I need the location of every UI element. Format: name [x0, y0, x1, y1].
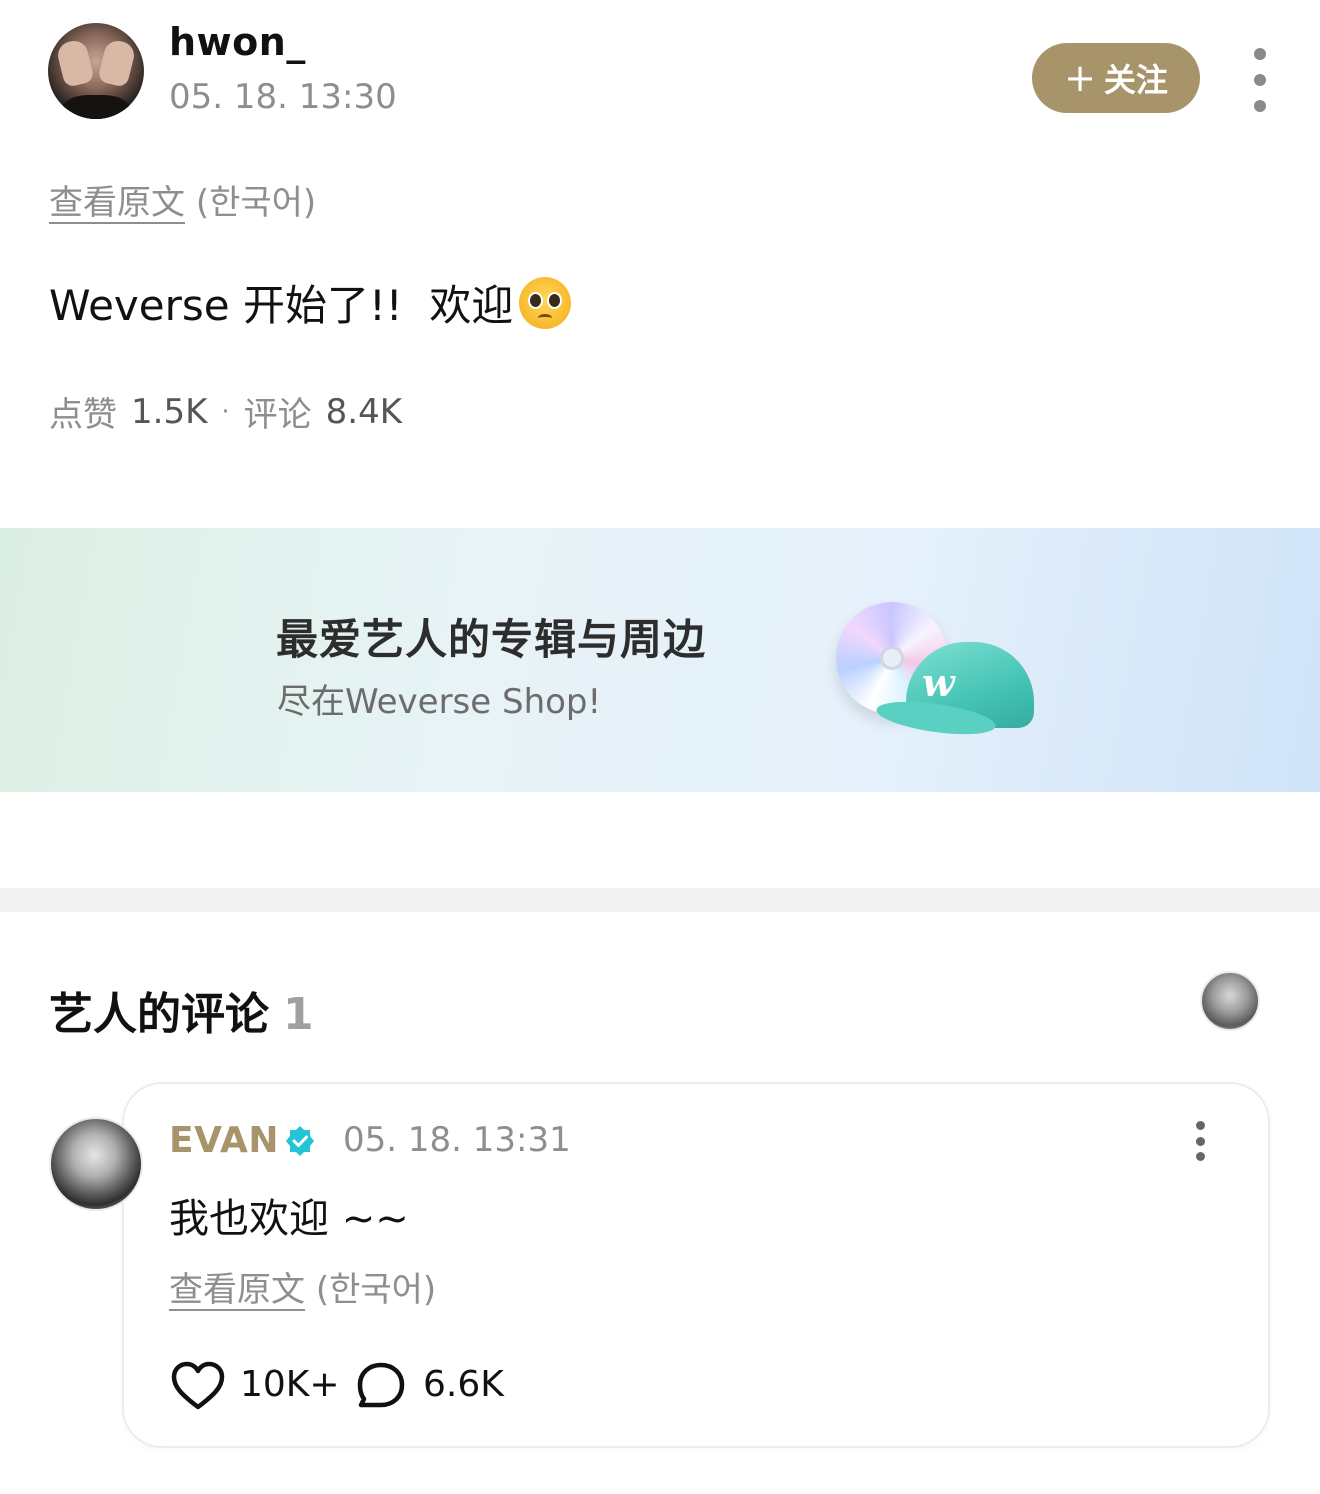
comment-view-original: 查看原文 (한국어): [169, 1262, 436, 1311]
heart-icon[interactable]: [170, 1361, 226, 1411]
likes-label[interactable]: 点赞: [49, 387, 117, 436]
comments-count[interactable]: 8.4K: [326, 392, 402, 432]
artist-comments-count: 1: [283, 989, 314, 1040]
section-divider: [0, 888, 1320, 912]
banner-title: 最爱艺人的专辑与周边: [276, 615, 707, 664]
avatar-photo-detail: [62, 95, 130, 119]
author-username[interactable]: hwon_: [169, 20, 306, 64]
artist-avatar-filter[interactable]: [1200, 971, 1260, 1031]
comment-author-name[interactable]: EVAN: [169, 1120, 279, 1161]
comment-timestamp: 05. 18. 13:31: [343, 1120, 571, 1160]
comment-more-options-icon[interactable]: [1190, 1121, 1210, 1161]
stat-separator: ·: [221, 396, 230, 427]
artist-comments-label: 艺人的评论: [49, 989, 269, 1040]
follow-button-label: 关注: [1103, 61, 1168, 99]
post-text: Weverse 开始了!! 欢迎: [49, 281, 514, 330]
speech-bubble-icon[interactable]: [356, 1361, 406, 1411]
verified-badge-icon: [286, 1126, 314, 1156]
comment-author-avatar[interactable]: [49, 1117, 143, 1211]
post-stats: 点赞 1.5K · 评论 8.4K: [49, 387, 402, 436]
post-more-options-icon[interactable]: [1244, 48, 1276, 112]
original-language-label: (한국어): [315, 1270, 437, 1310]
original-language-label: (한국어): [195, 183, 317, 223]
post-body: Weverse 开始了!! 欢迎: [49, 272, 572, 333]
post-timestamp: 05. 18. 13:30: [169, 77, 397, 117]
weverse-shop-banner[interactable]: 最爱艺人的专辑与周边 尽在Weverse Shop! w: [0, 528, 1320, 792]
comment-reply-count[interactable]: 6.6K: [423, 1364, 504, 1405]
avatar-photo-detail: [97, 38, 137, 88]
artist-comments-title: 艺人的评论 1: [49, 978, 314, 1042]
post-view-original: 查看原文 (한국어): [49, 175, 316, 224]
comment-text: 我也欢迎 ~~: [169, 1196, 409, 1242]
author-avatar[interactable]: [48, 23, 144, 119]
view-original-link[interactable]: 查看原文: [49, 183, 185, 223]
comments-label[interactable]: 评论: [244, 387, 312, 436]
view-original-link[interactable]: 查看原文: [169, 1270, 305, 1310]
likes-count[interactable]: 1.5K: [131, 392, 207, 432]
avatar-photo-detail: [55, 38, 95, 88]
follow-button[interactable]: + 关注: [1032, 43, 1200, 113]
pleading-face-emoji-icon: [519, 276, 572, 329]
banner-subtitle: 尽在Weverse Shop!: [277, 682, 602, 722]
comment-like-count[interactable]: 10K+: [240, 1364, 340, 1405]
plus-icon: +: [1064, 56, 1096, 100]
weverse-logo: w: [922, 660, 955, 705]
